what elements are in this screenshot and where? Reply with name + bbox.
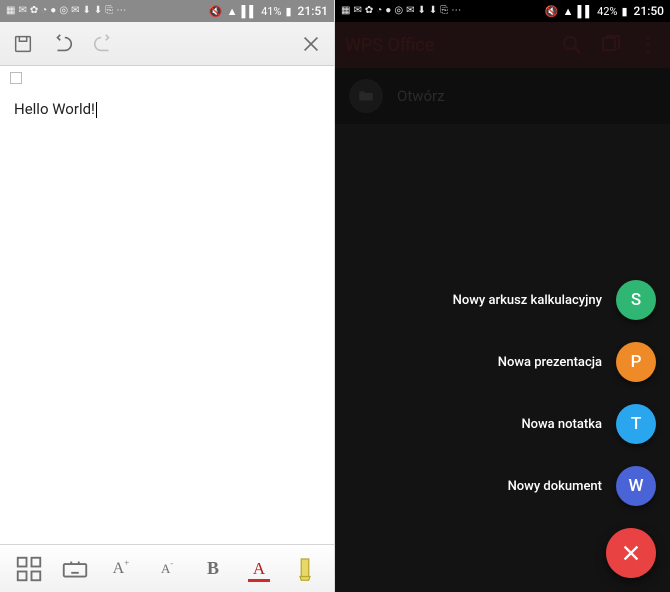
battery-icon: ▮: [285, 5, 291, 18]
fab-item-document[interactable]: Nowy dokument W: [508, 466, 656, 506]
font-color-button[interactable]: A: [244, 554, 274, 584]
signal-icon: ▌▌: [577, 5, 593, 18]
document-icon[interactable]: W: [616, 466, 656, 506]
mute-icon: 🔇: [545, 5, 559, 18]
apps-icon[interactable]: [14, 554, 44, 584]
screen-right-wps: ▦✉✿◔●◎✉⬇⬇⎘⋯ 🔇 ▲ ▌▌ 42% ▮ 21:50 WPS Offic…: [335, 0, 670, 592]
presentation-icon[interactable]: P: [616, 342, 656, 382]
redo-icon[interactable]: [90, 31, 116, 57]
screen-left-editor: ▦✉✿◔●◎✉⬇⬇⎘⋯ 🔇 ▲ ▌▌ 41% ▮ 21:51 Hello Wor…: [0, 0, 335, 592]
document-text[interactable]: Hello World!: [14, 100, 320, 118]
clock-text: 21:50: [634, 4, 664, 18]
signal-icon: ▌▌: [241, 5, 257, 18]
fab-stack: Nowy arkusz kalkulacyjny S Nowa prezenta…: [453, 280, 656, 578]
wifi-icon: ▲: [563, 5, 574, 18]
spreadsheet-icon[interactable]: S: [616, 280, 656, 320]
status-right: 🔇 ▲ ▌▌ 41% ▮ 21:51: [209, 4, 328, 18]
status-right: 🔇 ▲ ▌▌ 42% ▮ 21:50: [545, 4, 664, 18]
fab-label: Nowa notatka: [521, 417, 602, 432]
fab-close-button[interactable]: [606, 528, 656, 578]
clock-text: 21:51: [298, 4, 328, 18]
font-decrease-button[interactable]: A-: [152, 554, 182, 584]
doc-corner-icon: [10, 72, 22, 84]
font-increase-button[interactable]: A+: [106, 554, 136, 584]
status-bar: ▦✉✿◔●◎✉⬇⬇⎘⋯ 🔇 ▲ ▌▌ 41% ▮ 21:51: [0, 0, 334, 22]
battery-icon: ▮: [621, 5, 627, 18]
bottom-toolbar: A+ A- B A: [0, 544, 334, 592]
fab-item-spreadsheet[interactable]: Nowy arkusz kalkulacyjny S: [453, 280, 656, 320]
fab-label: Nowy arkusz kalkulacyjny: [453, 293, 602, 308]
mute-icon: 🔇: [209, 5, 223, 18]
undo-icon[interactable]: [50, 31, 76, 57]
top-toolbar: [0, 22, 334, 66]
status-notif-icons: ▦✉✿◔●◎✉⬇⬇⎘⋯: [341, 6, 461, 16]
save-icon[interactable]: [10, 31, 36, 57]
status-bar: ▦✉✿◔●◎✉⬇⬇⎘⋯ 🔇 ▲ ▌▌ 42% ▮ 21:50: [335, 0, 670, 22]
highlight-button[interactable]: [290, 554, 320, 584]
status-notif-icons: ▦✉✿◔●◎✉⬇⬇⎘⋯: [6, 6, 126, 16]
text-cursor: [96, 102, 97, 118]
battery-text: 42%: [597, 5, 617, 18]
fab-item-note[interactable]: Nowa notatka T: [521, 404, 656, 444]
fab-label: Nowy dokument: [508, 479, 602, 494]
close-icon[interactable]: [298, 31, 324, 57]
bold-button[interactable]: B: [198, 554, 228, 584]
keyboard-icon[interactable]: [60, 554, 90, 584]
battery-text: 41%: [261, 5, 281, 18]
fab-item-presentation[interactable]: Nowa prezentacja P: [498, 342, 656, 382]
editor-canvas[interactable]: Hello World!: [0, 66, 334, 544]
note-icon[interactable]: T: [616, 404, 656, 444]
wifi-icon: ▲: [227, 5, 238, 18]
fab-label: Nowa prezentacja: [498, 355, 602, 370]
